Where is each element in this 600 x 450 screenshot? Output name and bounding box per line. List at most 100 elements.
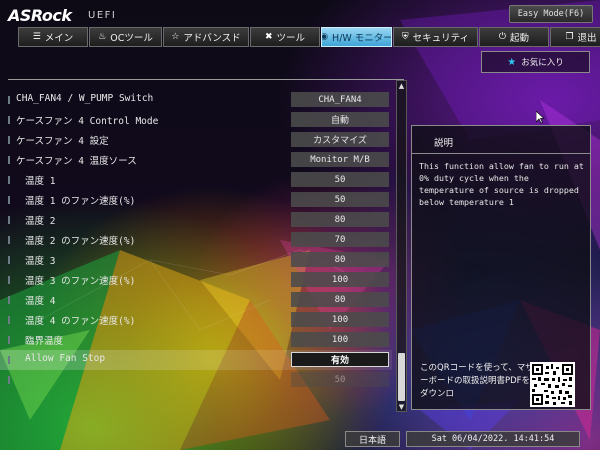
tab-label: H/W モニター xyxy=(332,33,392,44)
main-tab-bar: ☰メイン♨OCツール☆アドバンスド✖ツール◉H/W モニター⛨セキュリティ⏻起動… xyxy=(18,27,600,47)
setting-value-field[interactable]: 50 xyxy=(291,372,389,387)
row-marker xyxy=(8,256,10,264)
uefi-label: UEFI xyxy=(88,10,117,21)
setting-value-field[interactable]: CHA_FAN4 xyxy=(291,92,389,107)
row-marker xyxy=(8,316,10,324)
setting-value-field[interactable]: 有効 xyxy=(291,352,389,367)
setting-label: 温度 3 のファン速度(%) xyxy=(25,276,136,287)
setting-value-field[interactable]: 80 xyxy=(291,252,389,267)
monitor-icon: ◉ xyxy=(322,32,328,42)
tab-list[interactable]: ☰ メイン xyxy=(18,27,88,47)
flame-icon: ♨ xyxy=(98,32,107,42)
setting-label: 温度 4 のファン速度(%) xyxy=(25,316,136,327)
setting-value-field[interactable]: 80 xyxy=(291,292,389,307)
scroll-up-arrow-icon[interactable]: ▲ xyxy=(397,81,406,90)
setting-label: ケースファン 4 温度ソース xyxy=(16,156,137,167)
setting-row[interactable]: ケースファン 4 Control Mode 自動 xyxy=(0,110,392,130)
qr-instruction-text: このQRコードを使って、マザーボードの取扱説明書PDFをダウンロ xyxy=(420,363,534,399)
setting-value-field[interactable]: 100 xyxy=(291,312,389,327)
row-marker xyxy=(8,96,10,104)
tab-label: 起動 xyxy=(510,33,530,44)
setting-row[interactable]: 温度 2 80 xyxy=(0,210,392,230)
tab-label: セキュリティ xyxy=(412,33,470,44)
asrock-logo: ASRock xyxy=(8,6,72,25)
setting-label: 温度 1 xyxy=(25,176,56,187)
exit-icon: ❐ xyxy=(565,32,574,42)
row-marker xyxy=(8,116,10,124)
favorites-label: お気に入り xyxy=(521,58,564,68)
setting-value-field[interactable]: 50 xyxy=(291,192,389,207)
setting-value-field[interactable]: 80 xyxy=(291,212,389,227)
star-icon: ★ xyxy=(507,56,517,68)
tab-monitor[interactable]: ◉ H/W モニター xyxy=(321,27,392,47)
description-text: This function allow fan to run at 0% dut… xyxy=(419,161,584,207)
setting-label: CHA_FAN4 / W_PUMP Switch xyxy=(16,93,154,104)
language-selector[interactable]: 日本語 xyxy=(345,431,400,447)
tab-power[interactable]: ⏻ 起動 xyxy=(479,27,549,47)
star-icon: ☆ xyxy=(171,32,180,42)
row-marker xyxy=(8,176,10,184)
tab-flame[interactable]: ♨ OCツール xyxy=(89,27,162,47)
setting-row[interactable]: 温度 1 のファン速度(%) 50 xyxy=(0,190,392,210)
setting-row[interactable]: 温度 3 80 xyxy=(0,250,392,270)
row-marker xyxy=(8,236,10,244)
tab-label: メイン xyxy=(44,33,74,44)
setting-row[interactable]: CHA_FAN4 / W_PUMP Switch CHA_FAN4 xyxy=(0,90,392,110)
row-marker xyxy=(8,196,10,204)
row-marker xyxy=(8,276,10,284)
setting-label: ケースファン 4 Control Mode xyxy=(16,116,159,127)
tab-tools[interactable]: ✖ ツール xyxy=(250,27,320,47)
row-marker xyxy=(8,356,10,364)
tab-label: ツール xyxy=(276,33,306,44)
setting-row[interactable]: Allow Fan Stop 有効 xyxy=(0,350,392,370)
setting-value-field[interactable]: 自動 xyxy=(291,112,389,127)
setting-label: 臨界温度 xyxy=(25,336,64,347)
favorites-button[interactable]: ★ お気に入り xyxy=(481,51,590,73)
setting-row[interactable]: 温度 1 50 xyxy=(0,170,392,190)
setting-value-field[interactable]: Monitor M/B xyxy=(291,152,389,167)
scrollbar-thumb[interactable] xyxy=(398,353,405,401)
row-marker xyxy=(8,336,10,344)
date-time-display: Sat 06/04/2022. 14:41:54 xyxy=(406,431,580,447)
setting-row[interactable]: 温度 4 のファン速度(%) 100 xyxy=(0,310,392,330)
easy-mode-button[interactable]: Easy Mode(F6) xyxy=(509,5,593,23)
scroll-down-arrow-icon[interactable]: ▼ xyxy=(397,402,406,411)
settings-list: CHA_FAN4 / W_PUMP Switch CHA_FAN4 ケースファン 4… xyxy=(0,90,392,390)
setting-value-field[interactable]: 50 xyxy=(291,172,389,187)
setting-label: 温度 2 xyxy=(25,216,56,227)
setting-row[interactable]: ケースファン 4 温度ソース Monitor M/B xyxy=(0,150,392,170)
tools-icon: ✖ xyxy=(264,32,273,42)
row-marker xyxy=(8,376,10,384)
setting-value-field[interactable]: 100 xyxy=(291,272,389,287)
setting-value-field[interactable]: カスタマイズ xyxy=(291,132,389,147)
tab-exit[interactable]: ❐ 退出 xyxy=(550,27,600,47)
tab-star[interactable]: ☆ アドバンスド xyxy=(163,27,249,47)
tab-label: アドバンスド xyxy=(183,33,241,44)
tab-label: 退出 xyxy=(577,33,597,44)
row-marker xyxy=(8,156,10,164)
row-marker xyxy=(8,136,10,144)
setting-value-field[interactable]: 100 xyxy=(291,332,389,347)
setting-row[interactable]: 温度 4 80 xyxy=(0,290,392,310)
setting-row[interactable]: 臨界温度 100 xyxy=(0,330,392,350)
row-marker xyxy=(8,216,10,224)
setting-label: 温度 3 xyxy=(25,256,56,267)
scrollbar[interactable]: ▲ ▼ xyxy=(396,80,407,412)
tab-shield[interactable]: ⛨ セキュリティ xyxy=(393,27,478,47)
setting-label: 温度 2 のファン速度(%) xyxy=(25,236,136,247)
setting-row[interactable]: 温度 2 のファン速度(%) 70 xyxy=(0,230,392,250)
divider xyxy=(8,79,404,80)
setting-value-field[interactable]: 70 xyxy=(291,232,389,247)
setting-row[interactable]: 50 xyxy=(0,370,392,390)
setting-row[interactable]: 温度 3 のファン速度(%) 100 xyxy=(0,270,392,290)
setting-label: 温度 4 xyxy=(25,296,56,307)
description-title: 説明 xyxy=(412,126,590,154)
mouse-cursor-icon xyxy=(536,111,545,124)
row-marker xyxy=(8,296,10,304)
setting-row[interactable]: ケースファン 4 設定 カスタマイズ xyxy=(0,130,392,150)
tab-label: OCツール xyxy=(110,33,153,44)
description-panel: 説明 This function allow fan to run at 0% … xyxy=(411,125,591,410)
setting-label: Allow Fan Stop xyxy=(25,353,106,364)
shield-icon: ⛨ xyxy=(401,32,409,42)
setting-label: ケースファン 4 設定 xyxy=(16,136,109,147)
